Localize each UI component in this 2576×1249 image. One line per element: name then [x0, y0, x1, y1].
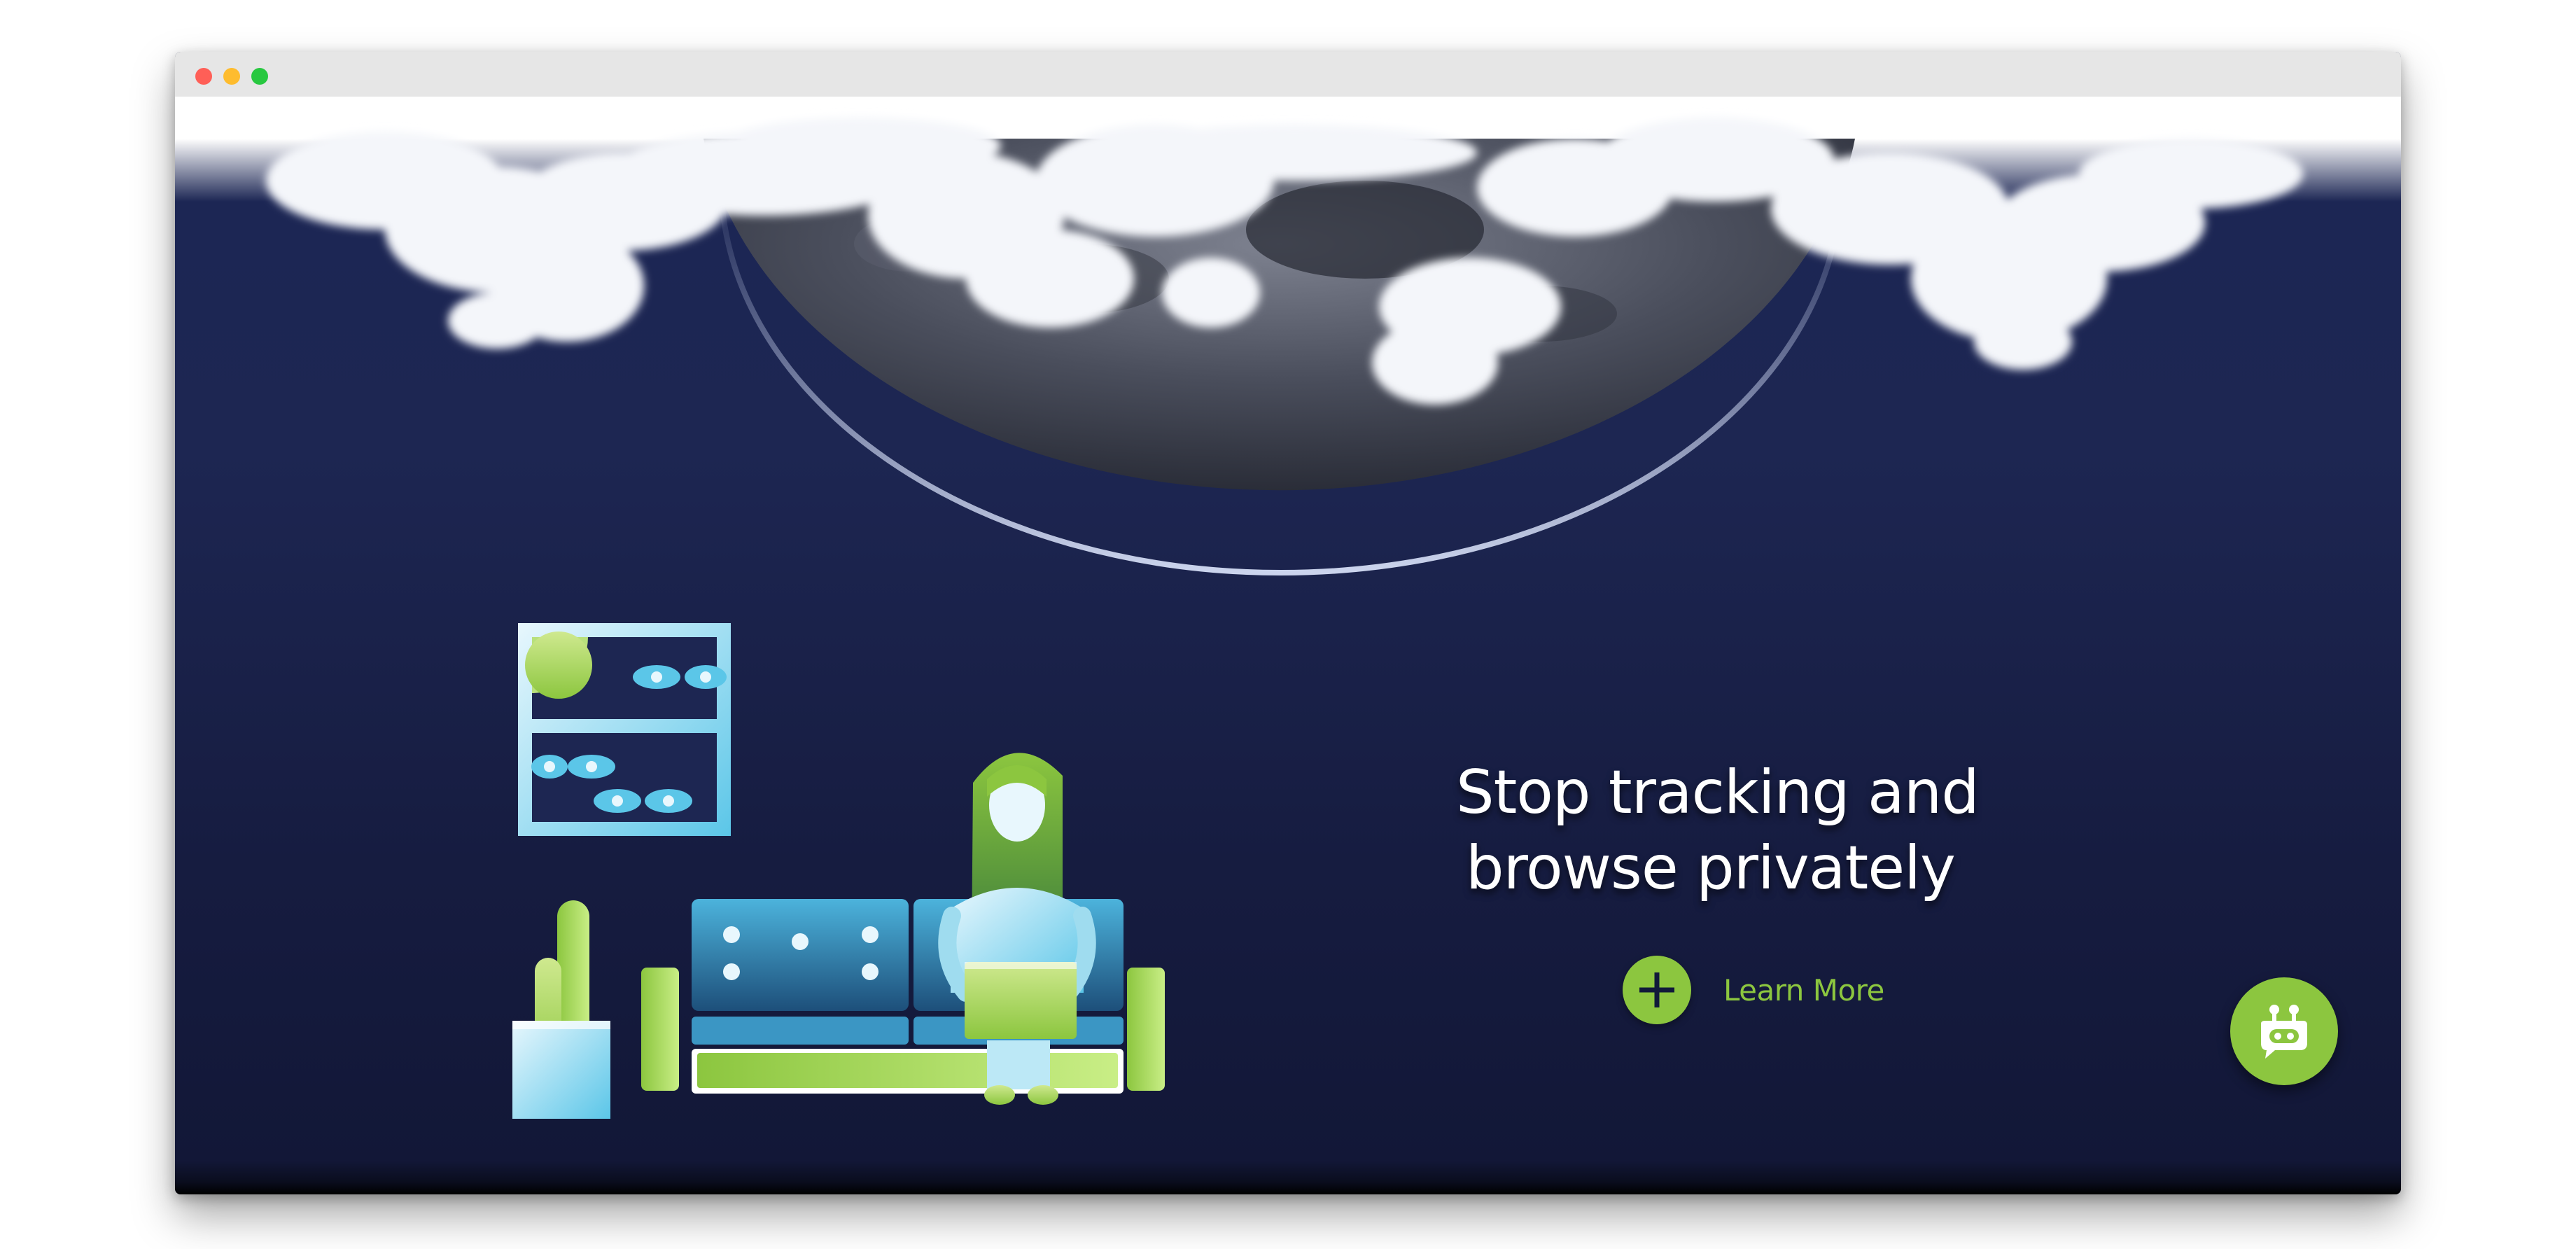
plus-icon[interactable] [1623, 956, 1691, 1024]
maximize-window-button[interactable] [251, 68, 268, 85]
window-titlebar [175, 52, 2401, 97]
hero-title-line1: Stop tracking and [1456, 758, 1980, 828]
wall-window-graphic [518, 623, 731, 836]
cactus-plant-graphic [512, 900, 610, 1119]
hero-title: Stop tracking and browse privately [1456, 755, 2401, 906]
minimize-window-button[interactable] [223, 68, 240, 85]
hero-title-line2: browse privately [1466, 833, 1956, 903]
chatbot-button[interactable] [2230, 977, 2338, 1085]
hero-section: Stop tracking and browse privately Learn… [175, 97, 2401, 1194]
chatbot-icon [2261, 1005, 2307, 1059]
hero-illustration [266, 118, 2303, 1119]
learn-more-label[interactable]: Learn More [1723, 973, 1884, 1007]
close-window-button[interactable] [195, 68, 212, 85]
learn-more-link[interactable]: Learn More [1623, 955, 1884, 1025]
browser-window: Stop tracking and browse privately Learn… [175, 52, 2401, 1194]
